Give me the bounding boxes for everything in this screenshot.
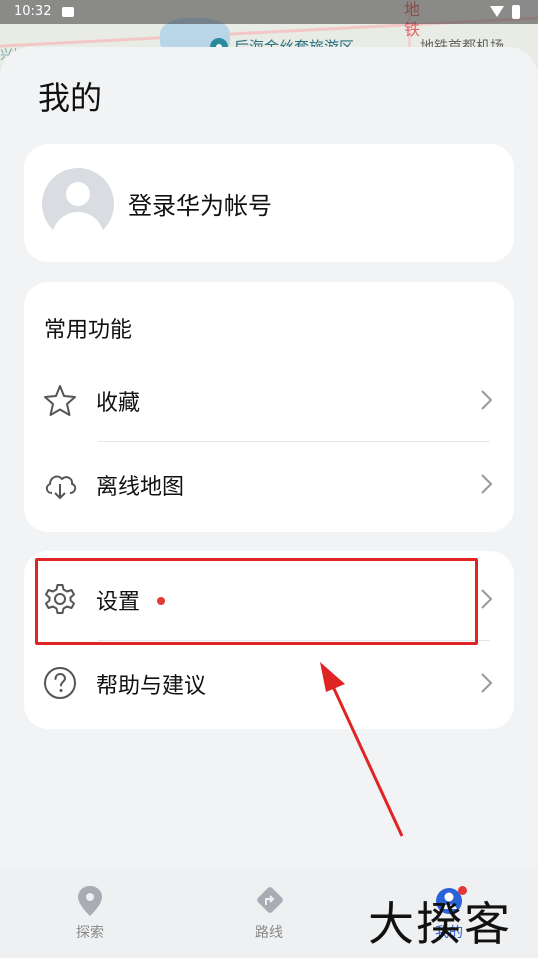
menu-item-favorites[interactable]: 收藏 [24,365,514,435]
menu-item-label: 收藏 [96,391,141,416]
cloud-download-icon [45,475,77,500]
nav-label: 探索 [76,925,104,941]
annotation-arrow [320,662,404,837]
location-pin-icon [78,886,102,916]
nav-tab-route[interactable]: 路线 [229,884,309,942]
chevron-right-icon [481,673,493,693]
common-functions-card: 常用功能 收藏 离线地图 [24,282,514,532]
menu-item-offline-map[interactable]: 离线地图 [24,449,514,519]
nav-tab-explore[interactable]: 探索 [50,884,130,942]
profile-sheet: 我的 登录华为帐号 常用功能 收藏 离线地图 设置 帮助与建议 [0,47,538,958]
section-title: 常用功能 [44,318,133,343]
divider [98,441,490,442]
annotation-highlight-box [35,558,478,645]
menu-item-label: 帮助与建议 [96,674,207,699]
avatar [42,168,114,240]
menu-item-help-feedback[interactable]: 帮助与建议 [24,648,514,718]
star-icon [44,385,76,416]
watermark-text: 大揆客 [368,897,512,951]
chevron-right-icon [481,589,493,609]
nav-label: 路线 [255,925,283,941]
battery-icon [512,5,520,19]
login-label: 登录华为帐号 [128,192,272,220]
chevron-right-icon [481,474,493,494]
route-diamond-icon [257,887,283,913]
chevron-right-icon [481,390,493,410]
status-time: 10:32 [14,4,52,19]
status-bar: 10:32 [0,0,538,24]
login-card[interactable]: 登录华为帐号 [24,144,514,262]
question-circle-icon [44,667,76,699]
menu-item-label: 离线地图 [96,475,185,500]
page-title: 我的 [38,79,103,117]
sim-icon [62,7,74,17]
wifi-icon [490,6,504,17]
